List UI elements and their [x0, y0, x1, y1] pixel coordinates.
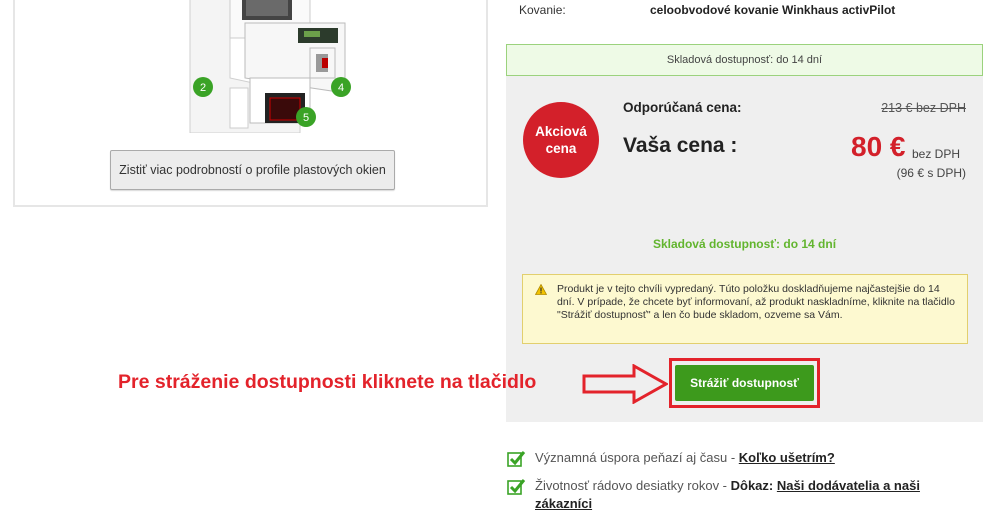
out-of-stock-text: Produkt je v tejto chvíli vypredaný. Tút…: [557, 283, 955, 321]
spec-label: Kovanie:: [519, 3, 566, 17]
window-profile-image: 2 4 5: [189, 0, 351, 133]
svg-text:2: 2: [200, 82, 206, 94]
benefit-text: Významná úspora peňazí aj času -: [535, 450, 739, 465]
out-of-stock-notice: Produkt je v tejto chvíli vypredaný. Tút…: [522, 274, 968, 344]
your-price-label: Vaša cena :: [623, 134, 738, 157]
proof-label: Dôkaz:: [730, 478, 774, 493]
checkmark-icon: [507, 451, 526, 467]
sale-badge-line1: Akciová: [535, 124, 587, 139]
product-card: 2 4 5 Zistiť viac podrobností o profile …: [13, 0, 488, 207]
sale-badge-line2: cena: [545, 141, 577, 156]
price-value: 80 €: [851, 131, 906, 162]
warning-icon: [535, 284, 547, 295]
annotation-text: Pre stráženie dostupnosti kliknete na tl…: [118, 371, 537, 393]
recommended-price-label: Odporúčaná cena:: [623, 100, 742, 115]
svg-text:5: 5: [303, 112, 309, 124]
checkmark-icon: [507, 479, 526, 495]
price-with-vat: (96 € s DPH): [896, 166, 966, 180]
recommended-price: 213 € bez DPH: [881, 101, 966, 115]
arrow-right-icon: [582, 364, 668, 404]
spec-value: celoobvodové kovanie Winkhaus activPilot: [650, 3, 896, 17]
profile-details-button[interactable]: Zistiť viac podrobností o profile plasto…: [110, 150, 395, 190]
savings-link[interactable]: Koľko ušetrím?: [739, 450, 835, 465]
sale-badge: Akciová cena: [523, 102, 599, 178]
stock-availability-text: Skladová dostupnosť: do 14 dní: [652, 237, 837, 251]
price-note: bez DPH: [912, 147, 961, 161]
watch-availability-button[interactable]: Strážiť dostupnosť: [675, 365, 814, 401]
stock-availability-banner: Skladová dostupnosť: do 14 dní: [506, 44, 983, 76]
benefit-text: Životnosť rádovo desiatky rokov -: [535, 478, 731, 493]
svg-text:4: 4: [338, 82, 344, 94]
